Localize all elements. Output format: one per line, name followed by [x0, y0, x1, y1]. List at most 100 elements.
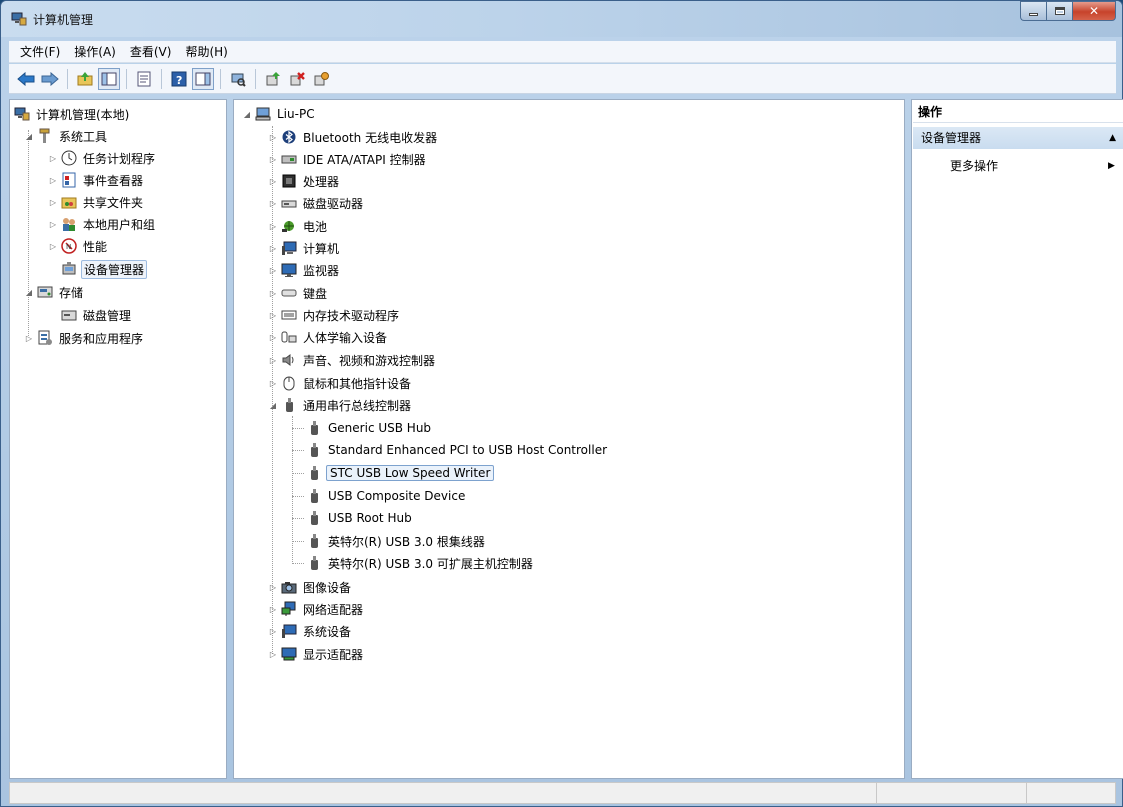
- disk-icon: [61, 307, 77, 323]
- show-action-pane-button[interactable]: [192, 67, 214, 90]
- speaker-icon: [281, 352, 297, 368]
- collapse-up-icon[interactable]: ▲: [1109, 127, 1116, 149]
- tree-label: 事件查看器: [83, 173, 144, 188]
- scan-hardware-button[interactable]: [227, 68, 249, 90]
- expand-arrow-icon: ▷: [49, 175, 57, 185]
- device-tree-pane[interactable]: ◢ Liu-PC ▷ Bluetooth 无线电收发器 ▷ IDE ATA/AT…: [233, 99, 905, 779]
- more-actions-item[interactable]: 更多操作: [950, 157, 998, 175]
- expand-arrow-icon: ▷: [49, 153, 57, 163]
- monitor-icon: [281, 262, 297, 278]
- menu-action[interactable]: 操作(A): [67, 42, 123, 62]
- toolbar-separator: [220, 68, 221, 89]
- tree-item-disk-management[interactable]: 磁盘管理: [61, 305, 133, 325]
- tree-label: 图像设备: [303, 580, 352, 595]
- category-hid[interactable]: ▷ 人体学输入设备: [268, 327, 389, 347]
- tree-label: 计算机管理(本地): [36, 107, 130, 122]
- tree-item-shared-folders[interactable]: ▷ 共享文件夹: [48, 192, 145, 212]
- usb-device-icon: [306, 488, 322, 504]
- usb-device-item[interactable]: Generic USB Hub: [292, 418, 433, 438]
- usb-device-item-selected[interactable]: STC USB Low Speed Writer: [292, 463, 495, 483]
- category-bluetooth[interactable]: ▷ Bluetooth 无线电收发器: [268, 127, 439, 147]
- category-ide[interactable]: ▷ IDE ATA/ATAPI 控制器: [268, 149, 428, 169]
- properties-button[interactable]: [133, 68, 155, 90]
- event-viewer-icon: [61, 172, 77, 188]
- menu-help[interactable]: 帮助(H): [178, 42, 234, 62]
- collapse-arrow-icon: ◢: [243, 109, 251, 119]
- maximize-icon: [1054, 7, 1065, 15]
- processor-icon: [281, 173, 297, 189]
- toolbar-separator: [67, 68, 68, 89]
- collapse-arrow-icon: ◢: [269, 400, 277, 410]
- category-battery[interactable]: ▷ 电池: [268, 216, 329, 236]
- tree-label: 监视器: [303, 263, 340, 278]
- tree-item-event-viewer[interactable]: ▷ 事件查看器: [48, 170, 145, 190]
- minimize-button[interactable]: [1020, 1, 1046, 21]
- maximize-button[interactable]: [1046, 1, 1072, 21]
- tree-label: 本地用户和组: [83, 217, 156, 232]
- keyboard-icon: [281, 285, 297, 301]
- help-button[interactable]: ?: [168, 68, 190, 90]
- tree-item-task-scheduler[interactable]: ▷ 任务计划程序: [48, 148, 157, 168]
- uninstall-button[interactable]: [286, 68, 308, 90]
- properties-icon: [137, 71, 151, 86]
- category-monitor[interactable]: ▷ 监视器: [268, 260, 341, 280]
- category-imaging[interactable]: ▷ 图像设备: [268, 577, 353, 597]
- tree-item-system-tools[interactable]: ◢ 系统工具: [24, 126, 109, 146]
- clock-icon: [61, 150, 77, 166]
- expand-arrow-icon: ▷: [49, 219, 57, 229]
- menu-file[interactable]: 文件(F): [13, 42, 67, 62]
- actions-section-device-manager[interactable]: 设备管理器 ▲: [913, 127, 1123, 149]
- toolbar-separator: [161, 68, 162, 89]
- category-processor[interactable]: ▷ 处理器: [268, 171, 341, 191]
- usb-device-item[interactable]: USB Root Hub: [292, 508, 414, 528]
- status-bar: [9, 782, 1116, 804]
- expand-arrow-icon: ▷: [269, 604, 277, 614]
- tree-label: 服务和应用程序: [59, 331, 144, 346]
- tree-item-storage[interactable]: ◢ 存储: [24, 282, 85, 302]
- svg-text:N: N: [66, 243, 71, 251]
- usb-device-icon: [306, 465, 322, 481]
- collapse-arrow-icon: ◢: [25, 131, 33, 141]
- up-level-button[interactable]: [74, 68, 96, 90]
- category-network[interactable]: ▷ 网络适配器: [268, 599, 365, 619]
- navigation-tree-pane[interactable]: 计算机管理(本地) ◢ 系统工具 ▷ 任务计划程序 ▷ 事件查看器 ▷ 共享文件…: [9, 99, 227, 779]
- title-bar[interactable]: 计算机管理 ✕: [1, 1, 1122, 37]
- tree-label: 系统设备: [303, 624, 352, 639]
- usb-device-item[interactable]: 英特尔(R) USB 3.0 根集线器: [292, 531, 487, 551]
- category-system-devices[interactable]: ▷ 系统设备: [268, 621, 353, 641]
- tree-item-root[interactable]: 计算机管理(本地): [14, 104, 131, 124]
- menu-view[interactable]: 查看(V): [123, 42, 179, 62]
- tree-item-performance[interactable]: ▷ N 性能: [48, 236, 109, 256]
- usb-device-item[interactable]: USB Composite Device: [292, 486, 467, 506]
- category-mouse[interactable]: ▷ 鼠标和其他指针设备: [268, 373, 413, 393]
- category-display-adapters[interactable]: ▷ 显示适配器: [268, 644, 365, 664]
- usb-device-item[interactable]: 英特尔(R) USB 3.0 可扩展主机控制器: [292, 553, 535, 573]
- category-keyboard[interactable]: ▷ 键盘: [268, 283, 329, 303]
- computer-icon: [281, 240, 297, 256]
- update-driver-button[interactable]: [262, 68, 284, 90]
- category-sound[interactable]: ▷ 声音、视频和游戏控制器: [268, 350, 437, 370]
- usb-device-item[interactable]: Standard Enhanced PCI to USB Host Contro…: [292, 440, 609, 460]
- tree-label: 鼠标和其他指针设备: [303, 376, 412, 391]
- tree-item-device-manager[interactable]: 设备管理器: [61, 259, 148, 279]
- close-button[interactable]: ✕: [1072, 1, 1116, 21]
- show-hide-tree-button[interactable]: [98, 67, 120, 90]
- close-icon: ✕: [1088, 4, 1100, 18]
- tree-item-computer[interactable]: ◢ Liu-PC: [242, 104, 317, 124]
- disable-button[interactable]: [310, 68, 332, 90]
- category-computer[interactable]: ▷ 计算机: [268, 238, 341, 258]
- mouse-icon: [281, 375, 297, 391]
- back-button[interactable]: [15, 68, 37, 90]
- expand-arrow-icon: ▷: [269, 332, 277, 342]
- display-adapter-icon: [281, 646, 297, 662]
- disk-drive-icon: [281, 195, 297, 211]
- category-disk-drives[interactable]: ▷ 磁盘驱动器: [268, 193, 365, 213]
- tree-label: STC USB Low Speed Writer: [326, 465, 495, 481]
- tree-item-local-users[interactable]: ▷ 本地用户和组: [48, 214, 157, 234]
- category-memory-tech[interactable]: ▷ 内存技术驱动程序: [268, 305, 401, 325]
- category-usb-controllers[interactable]: ◢ 通用串行总线控制器: [268, 395, 413, 415]
- users-icon: [61, 216, 77, 232]
- forward-button[interactable]: [39, 68, 61, 90]
- tree-item-services-apps[interactable]: ▷ 服务和应用程序: [24, 328, 145, 348]
- collapse-arrow-icon: ◢: [25, 287, 33, 297]
